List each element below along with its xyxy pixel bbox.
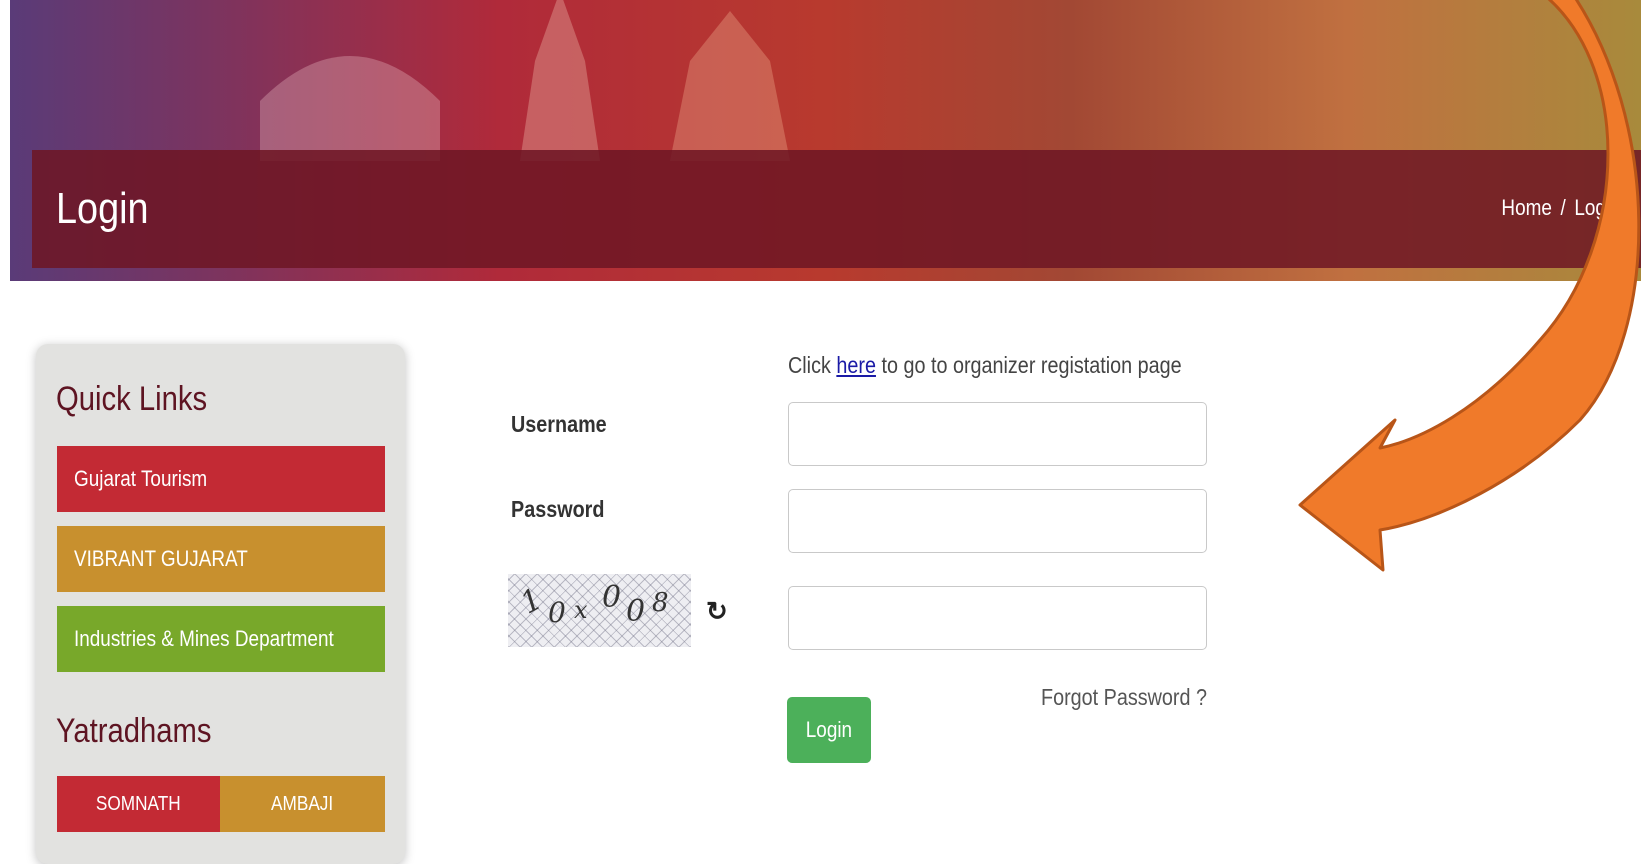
- captcha-char: 0: [626, 594, 646, 629]
- quick-link-gujarat-tourism[interactable]: Gujarat Tourism: [57, 446, 385, 512]
- captcha-char: 0: [602, 580, 622, 615]
- breadcrumb-separator: /: [1560, 195, 1567, 220]
- page-title: Login: [56, 184, 149, 233]
- registration-prompt: Click here to go to organizer registatio…: [788, 352, 1182, 379]
- registration-suffix: to go to organizer registation page: [875, 352, 1182, 378]
- quick-link-label: VIBRANT GUJARAT: [74, 546, 248, 571]
- captcha-char: 8: [652, 588, 669, 618]
- login-button-label: Login: [805, 717, 853, 742]
- breadcrumb: Home / Login: [1502, 195, 1621, 221]
- quick-links-heading: Quick Links: [56, 380, 208, 418]
- temple-silhouette-icon: [520, 0, 600, 161]
- page-banner: [10, 0, 1641, 281]
- yatradham-label: SOMNATH: [96, 793, 181, 815]
- yatradham-somnath[interactable]: SOMNATH: [57, 776, 220, 832]
- quick-link-label: Industries & Mines Department: [74, 626, 334, 651]
- breadcrumb-home-link[interactable]: Home: [1502, 195, 1552, 220]
- captcha-char: x: [574, 596, 588, 624]
- captcha-image: 1 0 x 0 0 8: [508, 574, 691, 647]
- password-label: Password: [511, 496, 605, 522]
- yatradhams-heading: Yatradhams: [56, 712, 212, 750]
- registration-prefix: Click: [788, 352, 837, 378]
- registration-link[interactable]: here: [836, 352, 876, 378]
- breadcrumb-current: Login: [1574, 195, 1621, 220]
- forgot-password-link[interactable]: Forgot Password ?: [1041, 684, 1207, 711]
- username-label: Username: [511, 411, 607, 437]
- username-input[interactable]: [788, 402, 1207, 466]
- captcha-input[interactable]: [788, 586, 1207, 650]
- password-input[interactable]: [788, 489, 1207, 553]
- login-button[interactable]: Login: [787, 697, 871, 763]
- yatradham-ambaji[interactable]: AMBAJI: [220, 776, 385, 832]
- captcha-refresh-icon[interactable]: ↻: [706, 596, 728, 627]
- quick-link-industries-mines[interactable]: Industries & Mines Department: [57, 606, 385, 672]
- yatradham-label: AMBAJI: [271, 793, 334, 815]
- quick-link-label: Gujarat Tourism: [74, 466, 208, 491]
- captcha-char: 0: [548, 596, 566, 629]
- quick-link-vibrant-gujarat[interactable]: VIBRANT GUJARAT: [57, 526, 385, 592]
- captcha-char: 1: [514, 581, 549, 622]
- temple-silhouette-icon: [670, 11, 790, 161]
- title-band: [32, 150, 1641, 268]
- temple-silhouette-icon: [260, 56, 440, 161]
